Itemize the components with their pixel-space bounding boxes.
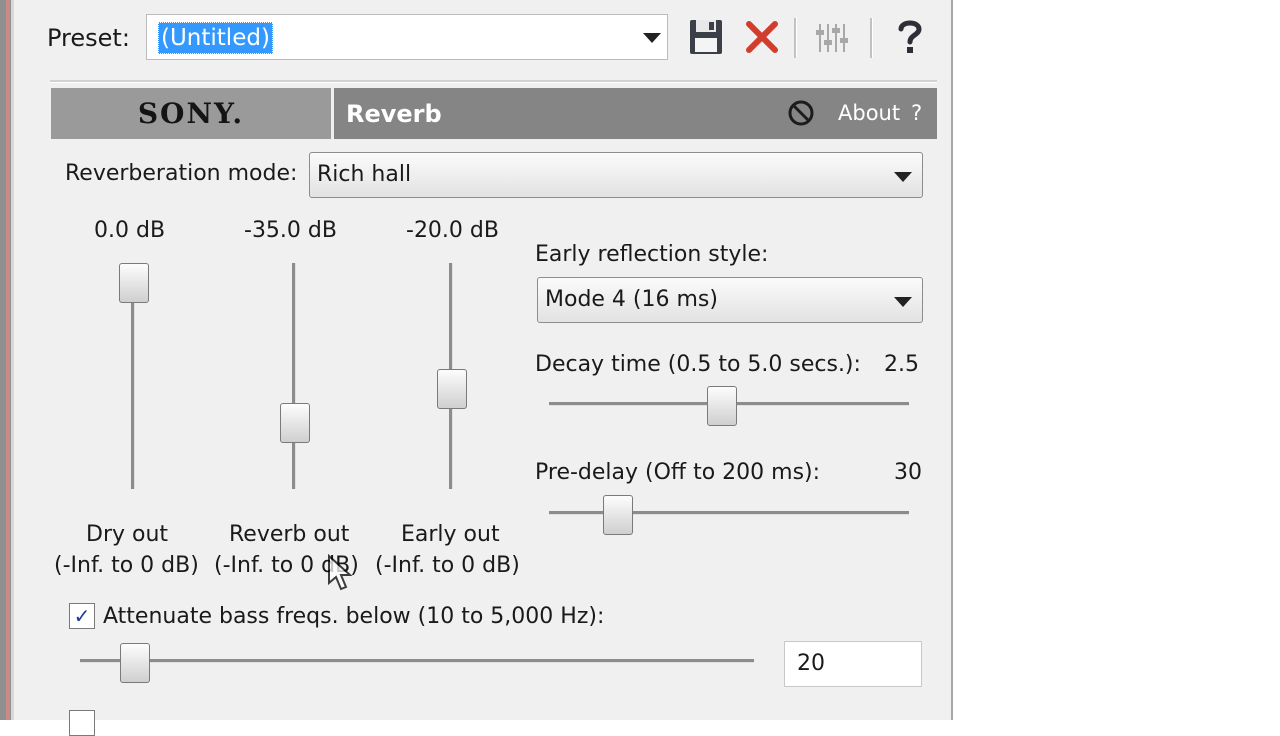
preset-value[interactable]: (Untitled)	[158, 22, 273, 54]
plugin-banner: SONY. Reverb About ?	[51, 88, 937, 139]
dry-out-label: Dry out	[86, 522, 169, 547]
preset-combobox[interactable]: (Untitled)	[146, 14, 668, 60]
mouse-cursor-icon	[326, 553, 356, 593]
bypass-icon[interactable]	[787, 99, 815, 127]
early-out-fader-thumb[interactable]	[437, 369, 467, 410]
attenuate-bass-label: Attenuate bass freqs. below (10 to 5,000…	[103, 604, 605, 629]
sony-logo-text: SONY.	[137, 97, 245, 130]
bass-slider-track[interactable]	[80, 659, 754, 663]
decay-time-label: Decay time (0.5 to 5.0 secs.):	[535, 352, 861, 377]
sony-logo: SONY.	[51, 88, 331, 139]
attenuate-bass-checkbox[interactable]: ✓	[69, 603, 95, 629]
reverb-mode-value: Rich hall	[317, 162, 412, 187]
delete-preset-icon[interactable]	[742, 16, 782, 58]
workspace-background	[953, 0, 1280, 720]
preset-label: Preset:	[47, 24, 130, 52]
dry-out-range: (-Inf. to 0 dB)	[54, 553, 199, 578]
reverb-mode-select[interactable]: Rich hall	[309, 152, 923, 198]
bass-frequency-field[interactable]: 20	[784, 641, 922, 687]
toolbar-separator	[794, 18, 797, 58]
decay-time-slider-thumb[interactable]	[707, 386, 738, 426]
chevron-down-icon[interactable]	[643, 33, 661, 43]
attenuate-high-checkbox[interactable]	[69, 710, 95, 736]
window-edge-stripe	[6, 0, 10, 720]
toolbar-separator	[870, 18, 873, 58]
toolbar-divider	[50, 80, 937, 83]
early-out-value: -20.0 dB	[406, 218, 499, 243]
pre-delay-label: Pre-delay (Off to 200 ms):	[535, 460, 821, 485]
reverb-out-fader-thumb[interactable]	[280, 402, 310, 443]
reverb-mode-label: Reverberation mode:	[65, 161, 298, 186]
reverb-out-label: Reverb out	[229, 522, 350, 547]
reverb-plugin-dialog: Preset: (Untitled) SONY. Reverb About ? …	[14, 0, 953, 736]
decay-time-value: 2.5	[884, 352, 919, 377]
window-edge	[0, 0, 14, 720]
chevron-down-icon[interactable]	[894, 172, 912, 182]
floppy-disk-icon[interactable]	[686, 16, 726, 58]
about-link[interactable]: About	[838, 101, 900, 125]
plugin-name: Reverb	[346, 100, 442, 128]
early-out-range: (-Inf. to 0 dB)	[375, 553, 520, 578]
pre-delay-value: 30	[894, 460, 922, 485]
reverb-out-value: -35.0 dB	[244, 218, 337, 243]
check-icon: ✓	[73, 604, 91, 628]
dry-out-value: 0.0 dB	[94, 218, 166, 243]
early-reflection-select[interactable]: Mode 4 (16 ms)	[537, 277, 923, 323]
bass-frequency-value: 20	[797, 651, 825, 676]
early-reflection-value: Mode 4 (16 ms)	[545, 287, 718, 312]
dry-out-fader-thumb[interactable]	[119, 263, 149, 303]
banner-title-bar: Reverb About ?	[334, 88, 937, 139]
question-mark-icon[interactable]	[890, 16, 930, 58]
pre-delay-slider-thumb[interactable]	[603, 495, 633, 535]
early-out-label: Early out	[401, 522, 500, 547]
early-reflection-label: Early reflection style:	[535, 242, 769, 267]
fader-sliders-icon[interactable]	[814, 16, 854, 58]
banner-help-link[interactable]: ?	[911, 101, 922, 125]
chevron-down-icon[interactable]	[894, 297, 912, 307]
reverb-out-fader-track[interactable]	[292, 263, 296, 489]
bass-slider-thumb[interactable]	[120, 643, 151, 683]
